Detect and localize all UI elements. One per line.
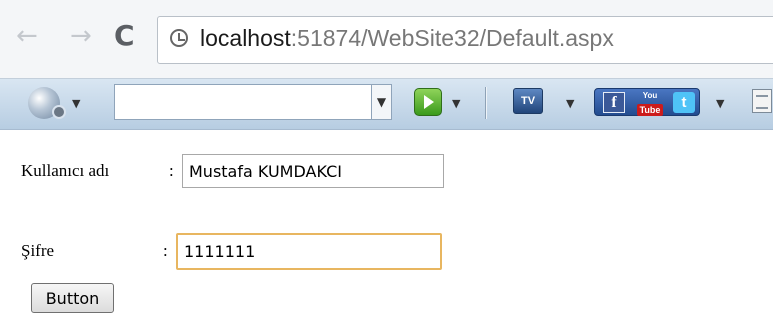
toolbar-search-dropdown-icon[interactable]: ▼ [372,84,392,120]
facebook-youtube-twitter-icon[interactable]: f You Tube t [594,88,700,116]
forward-arrow-icon[interactable]: → [70,23,92,49]
url-path: :51874/WebSite32/Default.aspx [290,25,614,51]
url-host: localhost [200,25,291,51]
url-bar[interactable]: localhost:51874/WebSite32/Default.aspx [157,16,773,64]
green-play-icon[interactable] [414,88,442,116]
submit-button[interactable]: Button [31,283,114,313]
social-dropdown-arrow-icon[interactable]: ▼ [716,98,724,109]
address-bar-area: ← → C localhost:51874/WebSite32/Default.… [0,0,773,78]
toolbar-separator [485,87,487,119]
password-input[interactable] [176,233,442,270]
facebook-icon: f [603,92,625,113]
url-text[interactable]: localhost:51874/WebSite32/Default.aspx [200,25,614,52]
green-play-dropdown-arrow-icon[interactable]: ▼ [452,98,460,109]
twitter-icon: t [673,92,695,113]
youtube-tube-text: Tube [636,104,664,116]
tv-dropdown-arrow-icon[interactable]: ▼ [566,98,574,109]
reload-icon[interactable]: C [114,22,135,50]
username-label: Kullanıcı adı [21,161,110,180]
extension-toolbar: ▼ ▼ ▼ TV ▼ f You Tube t ▼ [0,78,773,130]
youtube-icon: You Tube [633,91,667,116]
gear-icon [52,105,66,119]
youtube-you-text: You [642,91,658,100]
tv-icon[interactable]: TV [513,88,543,114]
username-colon: : [169,161,174,180]
password-label: Şifre [21,241,55,260]
page-info-icon[interactable] [170,29,188,47]
username-input[interactable] [182,154,444,188]
password-colon: : [163,241,168,260]
toolbar-search-input[interactable] [114,84,372,120]
globe-dropdown-arrow-icon[interactable]: ▼ [72,98,80,109]
document-icon[interactable] [752,89,772,113]
back-arrow-icon[interactable]: ← [16,23,38,49]
